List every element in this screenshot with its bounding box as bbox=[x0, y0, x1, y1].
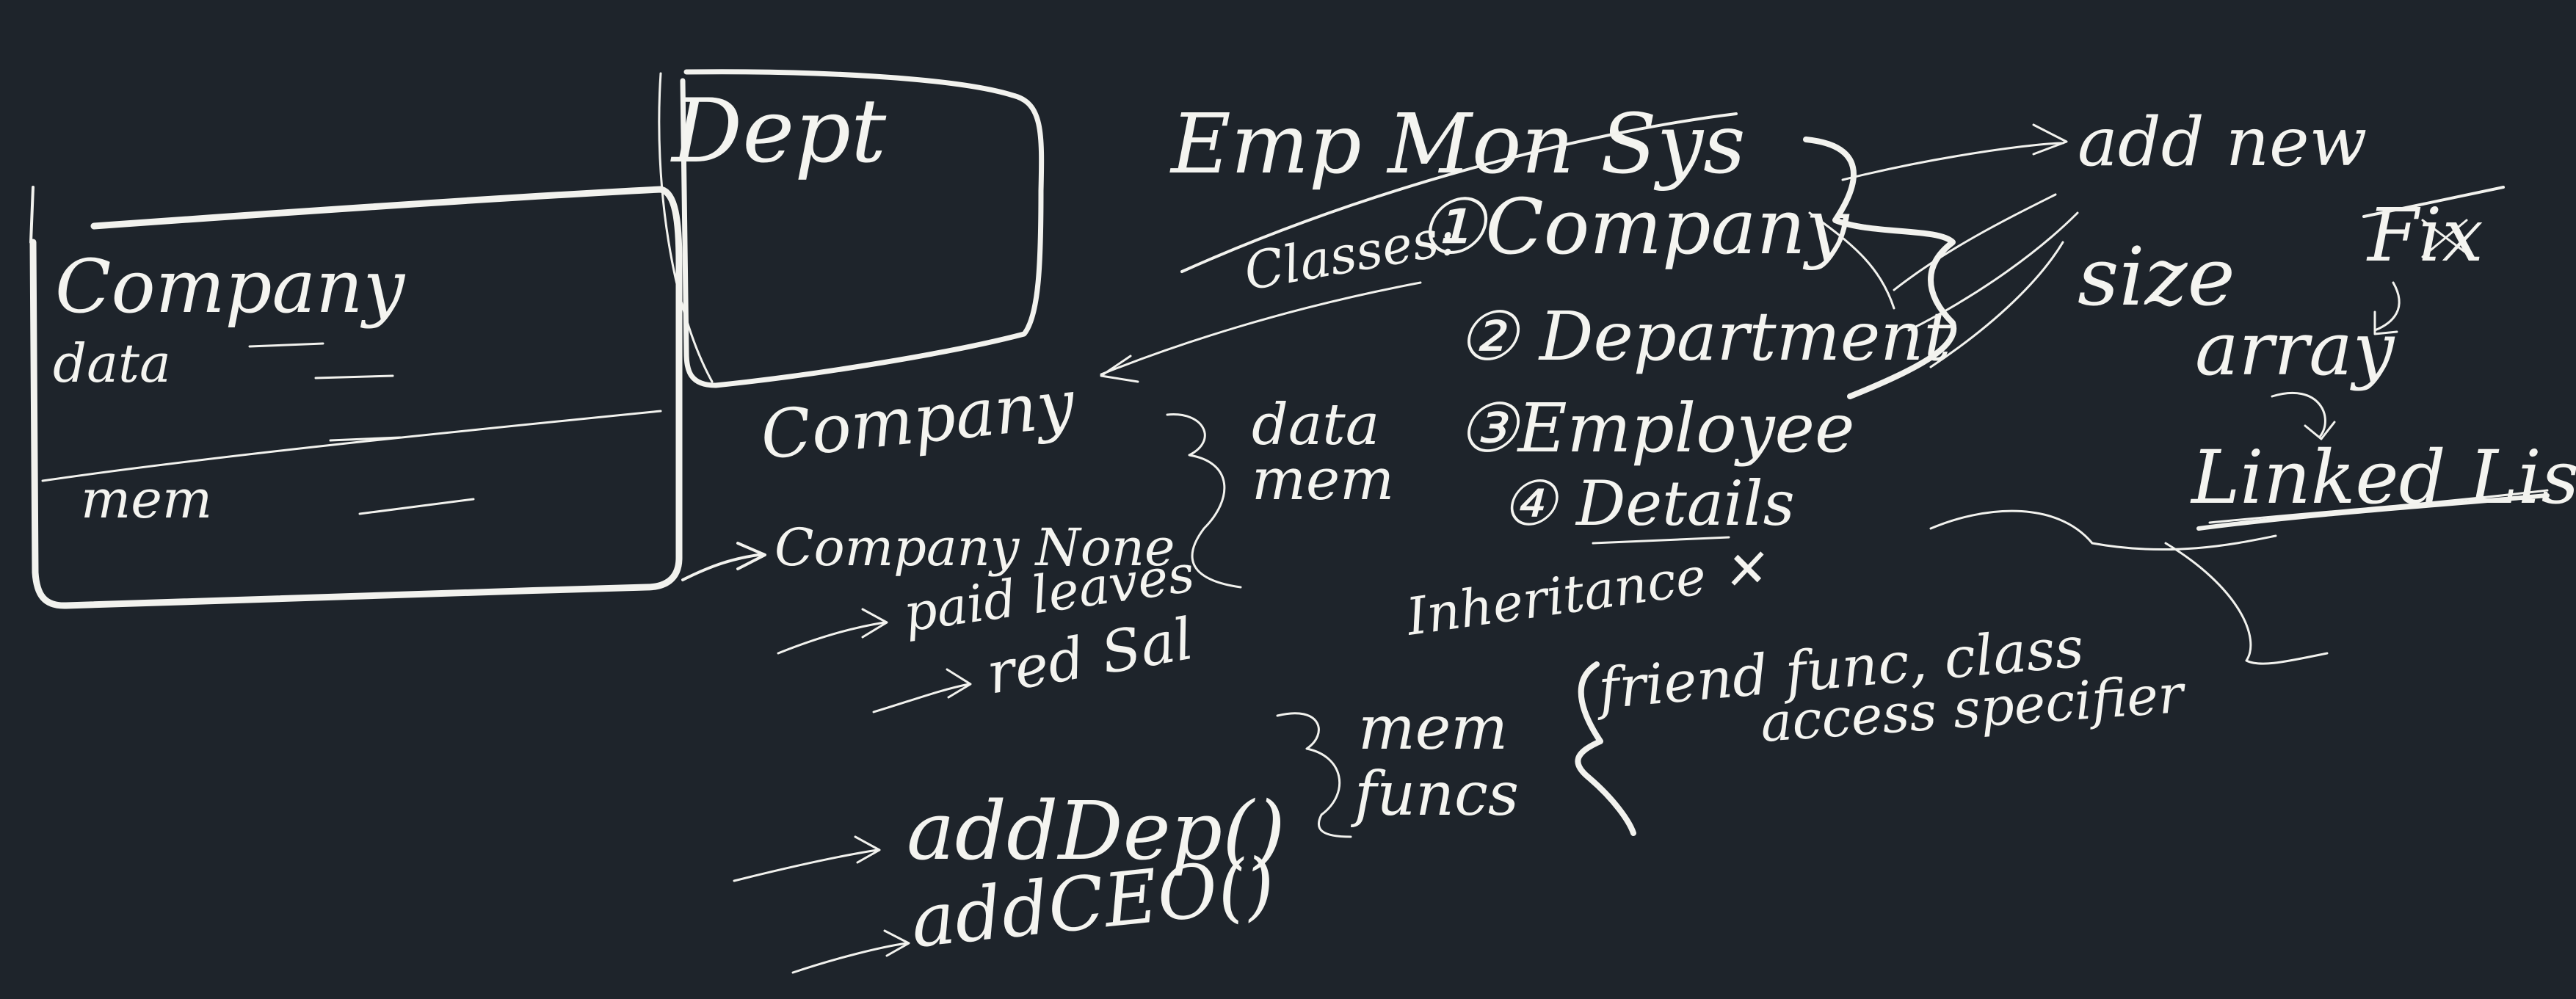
company-box-mem-label: mem bbox=[81, 468, 212, 530]
arrow-to-size-1 bbox=[1893, 193, 2057, 291]
add-new-label: add new bbox=[2078, 103, 2367, 181]
arrow-to-add-new bbox=[1841, 142, 2064, 181]
whiteboard-canvas[interactable]: Company data mem Dept Emp Mon Sys Classe… bbox=[0, 0, 2576, 999]
class-item-department: ② Department bbox=[1457, 297, 1952, 376]
inheritance-label: Inheritance ✕ bbox=[1401, 537, 1771, 647]
arrow-array-to-linked-list bbox=[2271, 391, 2336, 440]
company-box-title: Company bbox=[55, 244, 406, 330]
arrow-to-red-sal bbox=[872, 668, 972, 713]
array-label: array bbox=[2195, 306, 2395, 392]
dept-box-title: Dept bbox=[670, 81, 887, 183]
arrow-to-add-ceo bbox=[791, 929, 910, 974]
mem-label: mem bbox=[1252, 447, 1394, 513]
company-column-title: Company bbox=[757, 366, 1078, 475]
board-title: Emp Mon Sys bbox=[1169, 97, 1746, 192]
company-box-data-label: data bbox=[53, 333, 171, 394]
class-item-details: ④ Details bbox=[1501, 468, 1795, 540]
mem-funcs-brace bbox=[1276, 712, 1352, 838]
arrow-box-to-column bbox=[681, 542, 766, 581]
mem-funcs-mem-label: mem bbox=[1358, 694, 1508, 763]
class-item-company: ①Company bbox=[1417, 182, 1850, 272]
mem-funcs-funcs-label: funcs bbox=[1350, 760, 1519, 829]
class-item-employee: ③Employee bbox=[1457, 389, 1854, 468]
arrow-to-paid-leaves bbox=[777, 608, 888, 655]
arrow-to-add-dep bbox=[733, 835, 881, 882]
